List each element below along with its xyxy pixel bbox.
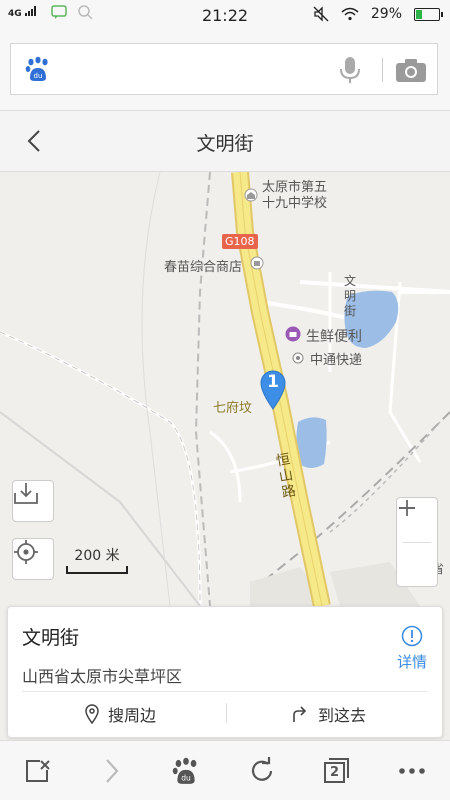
place-name: 文明街 [22, 627, 80, 649]
battery-icon [414, 7, 443, 21]
download-map-icon [14, 483, 38, 504]
search-input[interactable]: du [10, 43, 438, 95]
detail-label: 详情 [396, 653, 427, 671]
map-label-school[interactable]: 太原市第五 十九中学校 [262, 180, 327, 212]
tab-count: 2 [330, 765, 340, 780]
svg-text:du: du [34, 72, 43, 80]
action-divider [226, 703, 227, 723]
forward-button[interactable] [92, 755, 132, 787]
detail-button[interactable]: 详情 [392, 625, 432, 672]
place-info-card[interactable]: 文明街 山西省太原市尖草坪区 详情 搜周边 到这去 [7, 606, 443, 738]
scale-label: 200 米 [74, 548, 120, 564]
close-tab-icon [26, 760, 50, 782]
navigate-label: 到这去 [318, 706, 367, 725]
map-view[interactable]: 太原市第五 十九中学校 G108 春苗综合商店 文明街 生鲜便利 中通快递 1 … [0, 172, 450, 606]
zoom-out-button[interactable] [397, 507, 437, 587]
route-arrow-icon [293, 706, 307, 722]
map-label-express[interactable]: 中通快递 [310, 349, 362, 368]
info-icon [401, 625, 423, 647]
page-title: 文明街 [196, 133, 254, 155]
scale-bar [66, 566, 128, 574]
school-label-line2: 十九中学校 [262, 196, 328, 211]
place-address: 山西省太原市尖草坪区 [22, 667, 183, 686]
tabs-button[interactable]: 2 [316, 755, 356, 787]
forward-arrow-icon [106, 759, 119, 783]
bottom-toolbar: du 2 [0, 740, 450, 800]
refresh-button[interactable] [242, 755, 282, 787]
map-label-shop[interactable]: 春苗综合商店 [164, 256, 242, 275]
express-icon[interactable] [292, 352, 304, 364]
svg-text:du: du [181, 774, 191, 783]
shop-icon[interactable] [250, 256, 264, 270]
card-divider [22, 691, 428, 692]
more-menu-button[interactable] [392, 755, 432, 787]
search-bar: du [0, 30, 450, 110]
more-dots-icon [399, 768, 425, 774]
refresh-icon [251, 757, 273, 781]
marker-number: 1 [267, 372, 279, 392]
locate-me-button[interactable] [12, 538, 54, 580]
map-label-fresh[interactable]: 生鲜便利 [306, 326, 362, 346]
status-bar: 4G 21:22 29% [0, 0, 450, 30]
minus-icon [399, 507, 415, 509]
search-nearby-button[interactable]: 搜周边 [84, 702, 156, 726]
store-icon[interactable] [285, 326, 301, 342]
map-scale: 200 米 [66, 545, 128, 574]
battery-percent: 29% [370, 6, 402, 22]
mute-icon [313, 6, 329, 22]
microphone-icon[interactable] [339, 56, 361, 84]
search-nearby-label: 搜周边 [108, 706, 157, 725]
location-pin-icon [85, 704, 99, 724]
close-page-button[interactable] [18, 755, 58, 787]
locate-icon [14, 540, 38, 564]
zoom-controls [396, 497, 438, 587]
map-label-village[interactable]: 七府坟 [213, 397, 252, 416]
wifi-icon [341, 7, 359, 21]
home-button[interactable]: du [166, 755, 206, 787]
baidu-paw-icon: du [172, 757, 197, 784]
navigate-button[interactable]: 到这去 [290, 702, 366, 726]
school-icon[interactable] [244, 188, 258, 202]
camera-icon[interactable] [395, 57, 427, 83]
offline-map-button[interactable] [12, 480, 54, 522]
divider [382, 58, 383, 82]
highway-shield: G108 [222, 234, 258, 249]
title-bar: 文明街 [0, 110, 450, 172]
school-label-line1: 太原市第五 [262, 180, 328, 195]
baidu-logo-icon: du [25, 56, 48, 81]
map-label-street[interactable]: 文明街 [344, 274, 358, 319]
